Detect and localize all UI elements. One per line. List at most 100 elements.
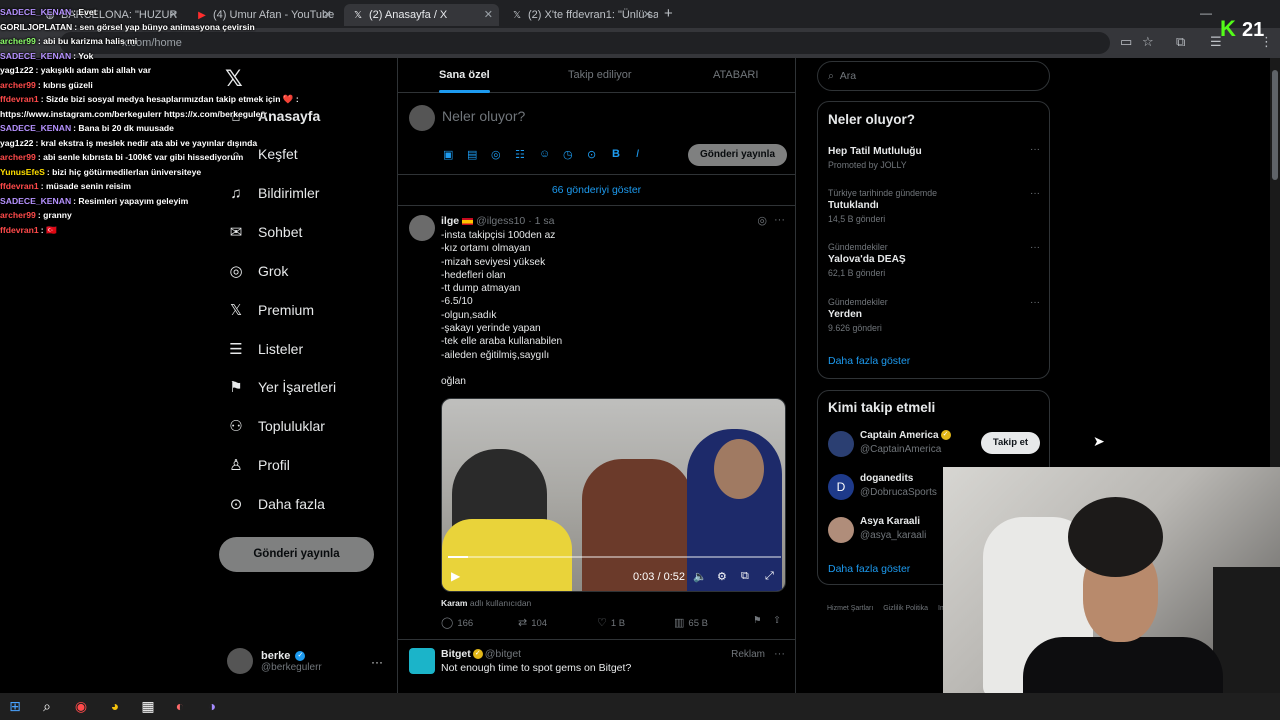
chat-text: Bana bi 20 dk muusade: [78, 123, 174, 133]
tweet[interactable]: ilge @ilgess10 · 1 sa ◎ ··· -insta takipç…: [398, 206, 795, 640]
trend-count: 62,1 B gönderi: [828, 268, 886, 278]
grok-icon[interactable]: ◎: [491, 148, 501, 161]
trend-name: Yerden: [828, 309, 862, 320]
more-icon[interactable]: ···: [1030, 297, 1040, 308]
more-icon[interactable]: ···: [1030, 144, 1040, 155]
tweet-time[interactable]: 1 sa: [535, 215, 555, 227]
repost-button[interactable]: ⇄ 104: [518, 616, 547, 629]
app-icon[interactable]: ◑: [201, 696, 223, 717]
close-tab-icon[interactable]: ✕: [484, 4, 493, 26]
play-icon[interactable]: ▶: [451, 569, 460, 583]
emoji-icon[interactable]: ☺: [539, 148, 550, 160]
reply-button[interactable]: ◯ 166: [441, 616, 473, 629]
volume-icon[interactable]: 🔈: [693, 570, 707, 583]
gif-icon[interactable]: ▤: [467, 148, 477, 161]
more-icon[interactable]: ···: [774, 648, 785, 660]
sidebar-item-grok[interactable]: ◎ Grok: [226, 256, 288, 286]
trend-item[interactable]: Gündemdekiler Yalova'da DEAŞ 62,1 B gönder…: [828, 242, 1040, 278]
suggestion-name[interactable]: doganedits: [860, 473, 913, 484]
browser-tab[interactable]: 𝕏(2) X'te ffdevran1: "Ünlü sapık ş✕: [503, 4, 658, 26]
windows-start-icon[interactable]: ⊞: [4, 696, 26, 717]
views-button[interactable]: ▥ 65 B: [674, 616, 708, 629]
tweet-author-name[interactable]: ilge: [441, 215, 459, 227]
search-input[interactable]: ⌕ Ara: [817, 61, 1050, 91]
page-scrollbar[interactable]: [1270, 58, 1280, 467]
tab-for-you[interactable]: Sana özel: [439, 58, 490, 93]
video-player[interactable]: ▶ 0:03 / 0:52 🔈 ⚙ ⧉ ⤢: [441, 398, 786, 592]
trend-item[interactable]: Türkiye tarihinde gündemde Tutuklandı 14,5…: [828, 188, 1040, 224]
star-icon[interactable]: ☆: [1142, 34, 1154, 50]
footer-link[interactable]: Gizlilik Politika: [883, 605, 928, 612]
trend-item[interactable]: Gündemdekiler Yerden 9.626 gönderi ···: [828, 297, 1040, 333]
share-icon[interactable]: ⇧: [773, 615, 781, 626]
chrome-icon[interactable]: ◕: [104, 696, 126, 717]
scrollbar-thumb[interactable]: [1272, 70, 1278, 180]
avatar[interactable]: [828, 517, 854, 543]
app-icon[interactable]: ▦: [137, 696, 159, 717]
compose-input[interactable]: Neler oluyor?: [442, 108, 525, 124]
tweet-author-handle[interactable]: @bitget: [485, 648, 521, 660]
new-tab-icon[interactable]: +: [664, 5, 673, 22]
sidebar-item-x-logo[interactable]: 𝕏 Premium: [226, 295, 314, 325]
trend-context: Gündemdekiler: [828, 242, 888, 252]
bold-icon[interactable]: B: [612, 148, 620, 160]
video-progress-track[interactable]: [448, 556, 781, 558]
location-icon[interactable]: ⊙: [587, 148, 596, 161]
tab-atabari[interactable]: ATABARI: [713, 58, 758, 93]
bookmark-icon[interactable]: ⚑: [753, 615, 762, 626]
show-new-posts[interactable]: 66 gönderiyi göster: [398, 174, 795, 206]
search-icon[interactable]: ⌕: [36, 696, 58, 717]
chat-text: Yok: [78, 50, 94, 61]
follow-button[interactable]: Takip et: [981, 432, 1040, 454]
more-icon[interactable]: ···: [1030, 242, 1040, 253]
footer-link[interactable]: Hizmet Şartları: [827, 605, 873, 612]
sidebar-item-people[interactable]: ⚇ Topluluklar: [226, 411, 325, 441]
sidebar-item-list[interactable]: ☰ Listeler: [226, 334, 303, 364]
sidebar-item-more-circle[interactable]: ⊙ Daha fazla: [226, 489, 325, 519]
who-show-more[interactable]: Daha fazla göster: [828, 563, 910, 575]
compose-post-button[interactable]: Gönderi yayınla: [688, 144, 787, 166]
minimize-icon[interactable]: —: [1200, 6, 1212, 20]
app-icon[interactable]: ◐: [169, 696, 191, 717]
more-icon[interactable]: ···: [371, 655, 383, 669]
tweet-author-handle[interactable]: @ilgess10: [476, 215, 525, 227]
suggestion-name[interactable]: Asya Karaali: [860, 516, 920, 527]
browser-tab-active[interactable]: 𝕏 (2) Anasayfa / X ✕: [344, 4, 499, 26]
image-icon[interactable]: ▣: [443, 148, 453, 161]
tab-following[interactable]: Takip ediliyor: [568, 58, 632, 93]
tweet-author-name[interactable]: Bitget: [441, 648, 471, 660]
close-tab-icon[interactable]: ✕: [643, 4, 652, 26]
fullscreen-icon[interactable]: ⤢: [765, 570, 774, 583]
trend-item[interactable]: Hep Tatil Mutluluğu Promoted by JOLLY ···: [828, 144, 1040, 170]
grok-icon[interactable]: ◎: [757, 214, 767, 227]
cast-icon[interactable]: ▭: [1120, 34, 1132, 50]
more-icon[interactable]: ···: [1030, 188, 1040, 199]
italic-icon[interactable]: I: [636, 148, 639, 160]
sidebar-item-bookmark[interactable]: ⚑ Yer İşaretleri: [226, 372, 336, 402]
os-taskbar: ⊞ ⌕ ◉ ◕ ▦ ◐ ◑: [0, 693, 1280, 720]
chat-message: archer99: abi bu karizma halis mi: [0, 36, 138, 46]
post-button[interactable]: Gönderi yayınla: [219, 537, 374, 572]
close-tab-icon[interactable]: ✕: [323, 4, 332, 26]
app-icon[interactable]: ◉: [70, 696, 92, 717]
trends-show-more[interactable]: Daha fazla göster: [828, 355, 910, 367]
avatar[interactable]: [409, 215, 435, 241]
avatar[interactable]: D: [828, 474, 854, 500]
avatar[interactable]: [828, 431, 854, 457]
follow-suggestion[interactable]: Captain America ✓ @CaptainAmerica Takip et: [828, 429, 1040, 459]
pip-icon[interactable]: ⧉: [741, 570, 749, 583]
like-button[interactable]: ♡ 1 B: [597, 616, 625, 629]
more-icon[interactable]: ···: [774, 214, 785, 226]
repost-icon: ⇄: [518, 617, 528, 629]
settings-icon[interactable]: ⚙: [717, 570, 727, 583]
poll-icon[interactable]: ☷: [515, 148, 525, 161]
heart-icon: ♡: [597, 617, 607, 629]
schedule-icon[interactable]: ◷: [563, 148, 573, 161]
chat-text: yakışıklı adam abi allah var: [40, 65, 152, 75]
account-switcher[interactable]: berke ✓ @berkegulerr: [227, 648, 322, 674]
avatar[interactable]: [409, 648, 435, 674]
suggestion-name[interactable]: Captain America ✓: [860, 430, 953, 441]
attribution-user[interactable]: Karam: [441, 598, 467, 608]
extensions-icon[interactable]: ⧉: [1176, 34, 1185, 50]
sidebar-item-person[interactable]: ♙ Profil: [226, 450, 290, 480]
